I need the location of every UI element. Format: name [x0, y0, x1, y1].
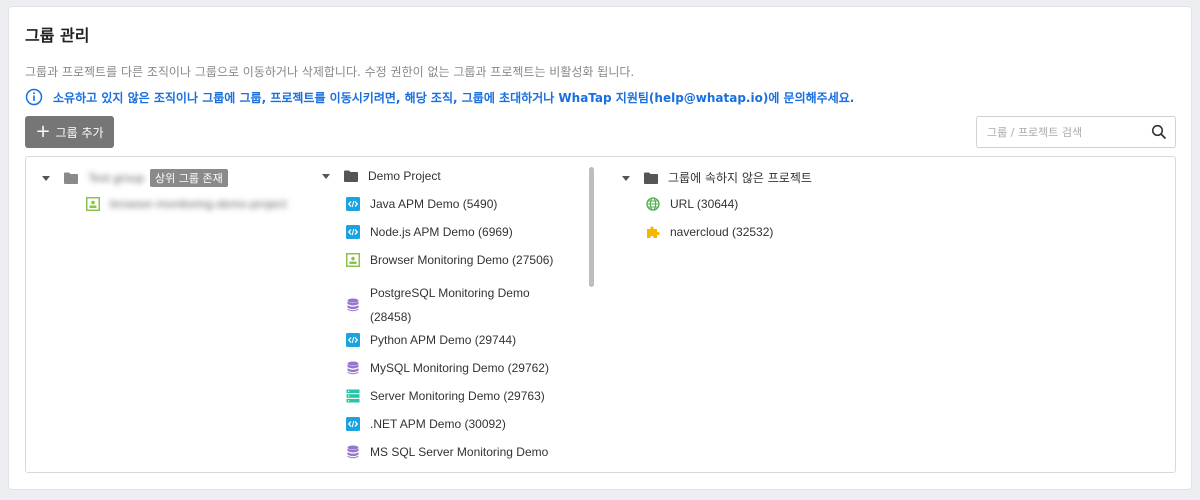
tree-group-row[interactable]: Demo Project: [322, 169, 441, 183]
apm-code-icon: [346, 225, 360, 239]
page-title: 그룹 관리: [25, 26, 90, 45]
database-icon: [347, 361, 359, 375]
group-tree: Test group 상위 그룹 존재 browser-monitoring-d…: [25, 156, 1176, 473]
search-box: [976, 116, 1176, 148]
tree-column-3: 그룹에 속하지 않은 프로젝트 URL (30644) navercloud (3…: [606, 157, 1166, 472]
apm-code-icon: [346, 197, 360, 211]
tree-project-row[interactable]: browser-monitoring-demo-project: [86, 197, 287, 211]
group-name: 그룹에 속하지 않은 프로젝트: [668, 171, 812, 185]
project-name: Browser Monitoring Demo (27506): [370, 253, 554, 267]
tree-project-row[interactable]: .NET APM Demo (30092): [346, 417, 506, 431]
tree-project-row[interactable]: Server Monitoring Demo (29763): [346, 389, 545, 403]
project-name: MySQL Monitoring Demo (29762): [370, 361, 549, 375]
plus-icon: +: [35, 121, 51, 142]
tree-project-row[interactable]: PostgreSQL Monitoring Demo (28458): [346, 281, 560, 329]
tree-project-row[interactable]: navercloud (32532): [646, 225, 773, 239]
tree-column-1: Test group 상위 그룹 존재 browser-monitoring-d…: [26, 157, 306, 472]
project-name: Python APM Demo (29744): [370, 333, 517, 347]
project-name: browser-monitoring-demo-project: [110, 197, 287, 211]
notice-text: 소유하고 있지 않은 조직이나 그룹에 그룹, 프로젝트를 이동시키려면, 해당…: [53, 90, 855, 105]
caret-down-icon[interactable]: [42, 174, 50, 182]
apm-code-icon: [346, 333, 360, 347]
project-name: .NET APM Demo (30092): [370, 417, 506, 431]
project-name: PostgreSQL Monitoring Demo (28458): [370, 286, 530, 324]
notice-message: 소유하고 있지 않은 조직이나 그룹에 그룹, 프로젝트를 이동시키려면, 해당…: [25, 88, 854, 106]
caret-down-icon[interactable]: [322, 172, 330, 180]
project-name: Server Monitoring Demo (29763): [370, 389, 545, 403]
tree-project-row[interactable]: Python APM Demo (29744): [346, 333, 516, 347]
tree-project-row[interactable]: Java APM Demo (5490): [346, 197, 497, 211]
tree-project-row[interactable]: Browser Monitoring Demo (27506): [346, 253, 553, 267]
tree-column-2: Demo Project Java APM Demo (5490) Node.js…: [306, 157, 606, 472]
tree-project-row[interactable]: MySQL Monitoring Demo (29762): [346, 361, 549, 375]
tree-project-row[interactable]: URL (30644): [646, 197, 738, 211]
parent-group-badge: 상위 그룹 존재: [150, 169, 228, 187]
apm-code-icon: [346, 417, 360, 431]
globe-icon: [646, 197, 660, 211]
page-description: 그룹과 프로젝트를 다른 조직이나 그룹으로 이동하거나 삭제합니다. 수정 권…: [25, 65, 635, 79]
tree-group-row[interactable]: Test group 상위 그룹 존재: [42, 169, 228, 187]
project-name: URL (30644): [670, 197, 739, 211]
group-management-card: 그룹 관리 그룹과 프로젝트를 다른 조직이나 그룹으로 이동하거나 삭제합니다…: [8, 6, 1192, 490]
caret-down-icon[interactable]: [622, 174, 630, 182]
project-name: MS SQL Server Monitoring Demo: [370, 445, 549, 459]
browser-icon: [346, 253, 360, 267]
search-icon[interactable]: [1151, 124, 1167, 140]
tree-project-row[interactable]: MS SQL Server Monitoring Demo: [346, 445, 548, 459]
tree-project-row[interactable]: Node.js APM Demo (6969): [346, 225, 513, 239]
folder-icon: [344, 170, 358, 182]
project-name: Java APM Demo (5490): [370, 197, 498, 211]
scrollbar[interactable]: [589, 167, 594, 287]
project-name: Node.js APM Demo (6969): [370, 225, 513, 239]
database-icon: [347, 445, 359, 459]
tree-group-row[interactable]: 그룹에 속하지 않은 프로젝트: [622, 169, 812, 186]
folder-icon: [64, 172, 78, 184]
add-group-button[interactable]: + 그룹 추가: [25, 116, 114, 148]
add-group-label: 그룹 추가: [55, 125, 104, 140]
group-name: Demo Project: [368, 169, 441, 183]
search-input[interactable]: [987, 117, 1147, 147]
folder-icon: [644, 172, 658, 184]
project-name: navercloud (32532): [670, 225, 774, 239]
browser-icon: [86, 197, 100, 211]
group-name: Test group: [88, 171, 145, 185]
database-icon: [347, 298, 359, 312]
info-icon: [25, 88, 43, 106]
server-icon: [346, 389, 360, 403]
puzzle-icon: [647, 226, 660, 238]
